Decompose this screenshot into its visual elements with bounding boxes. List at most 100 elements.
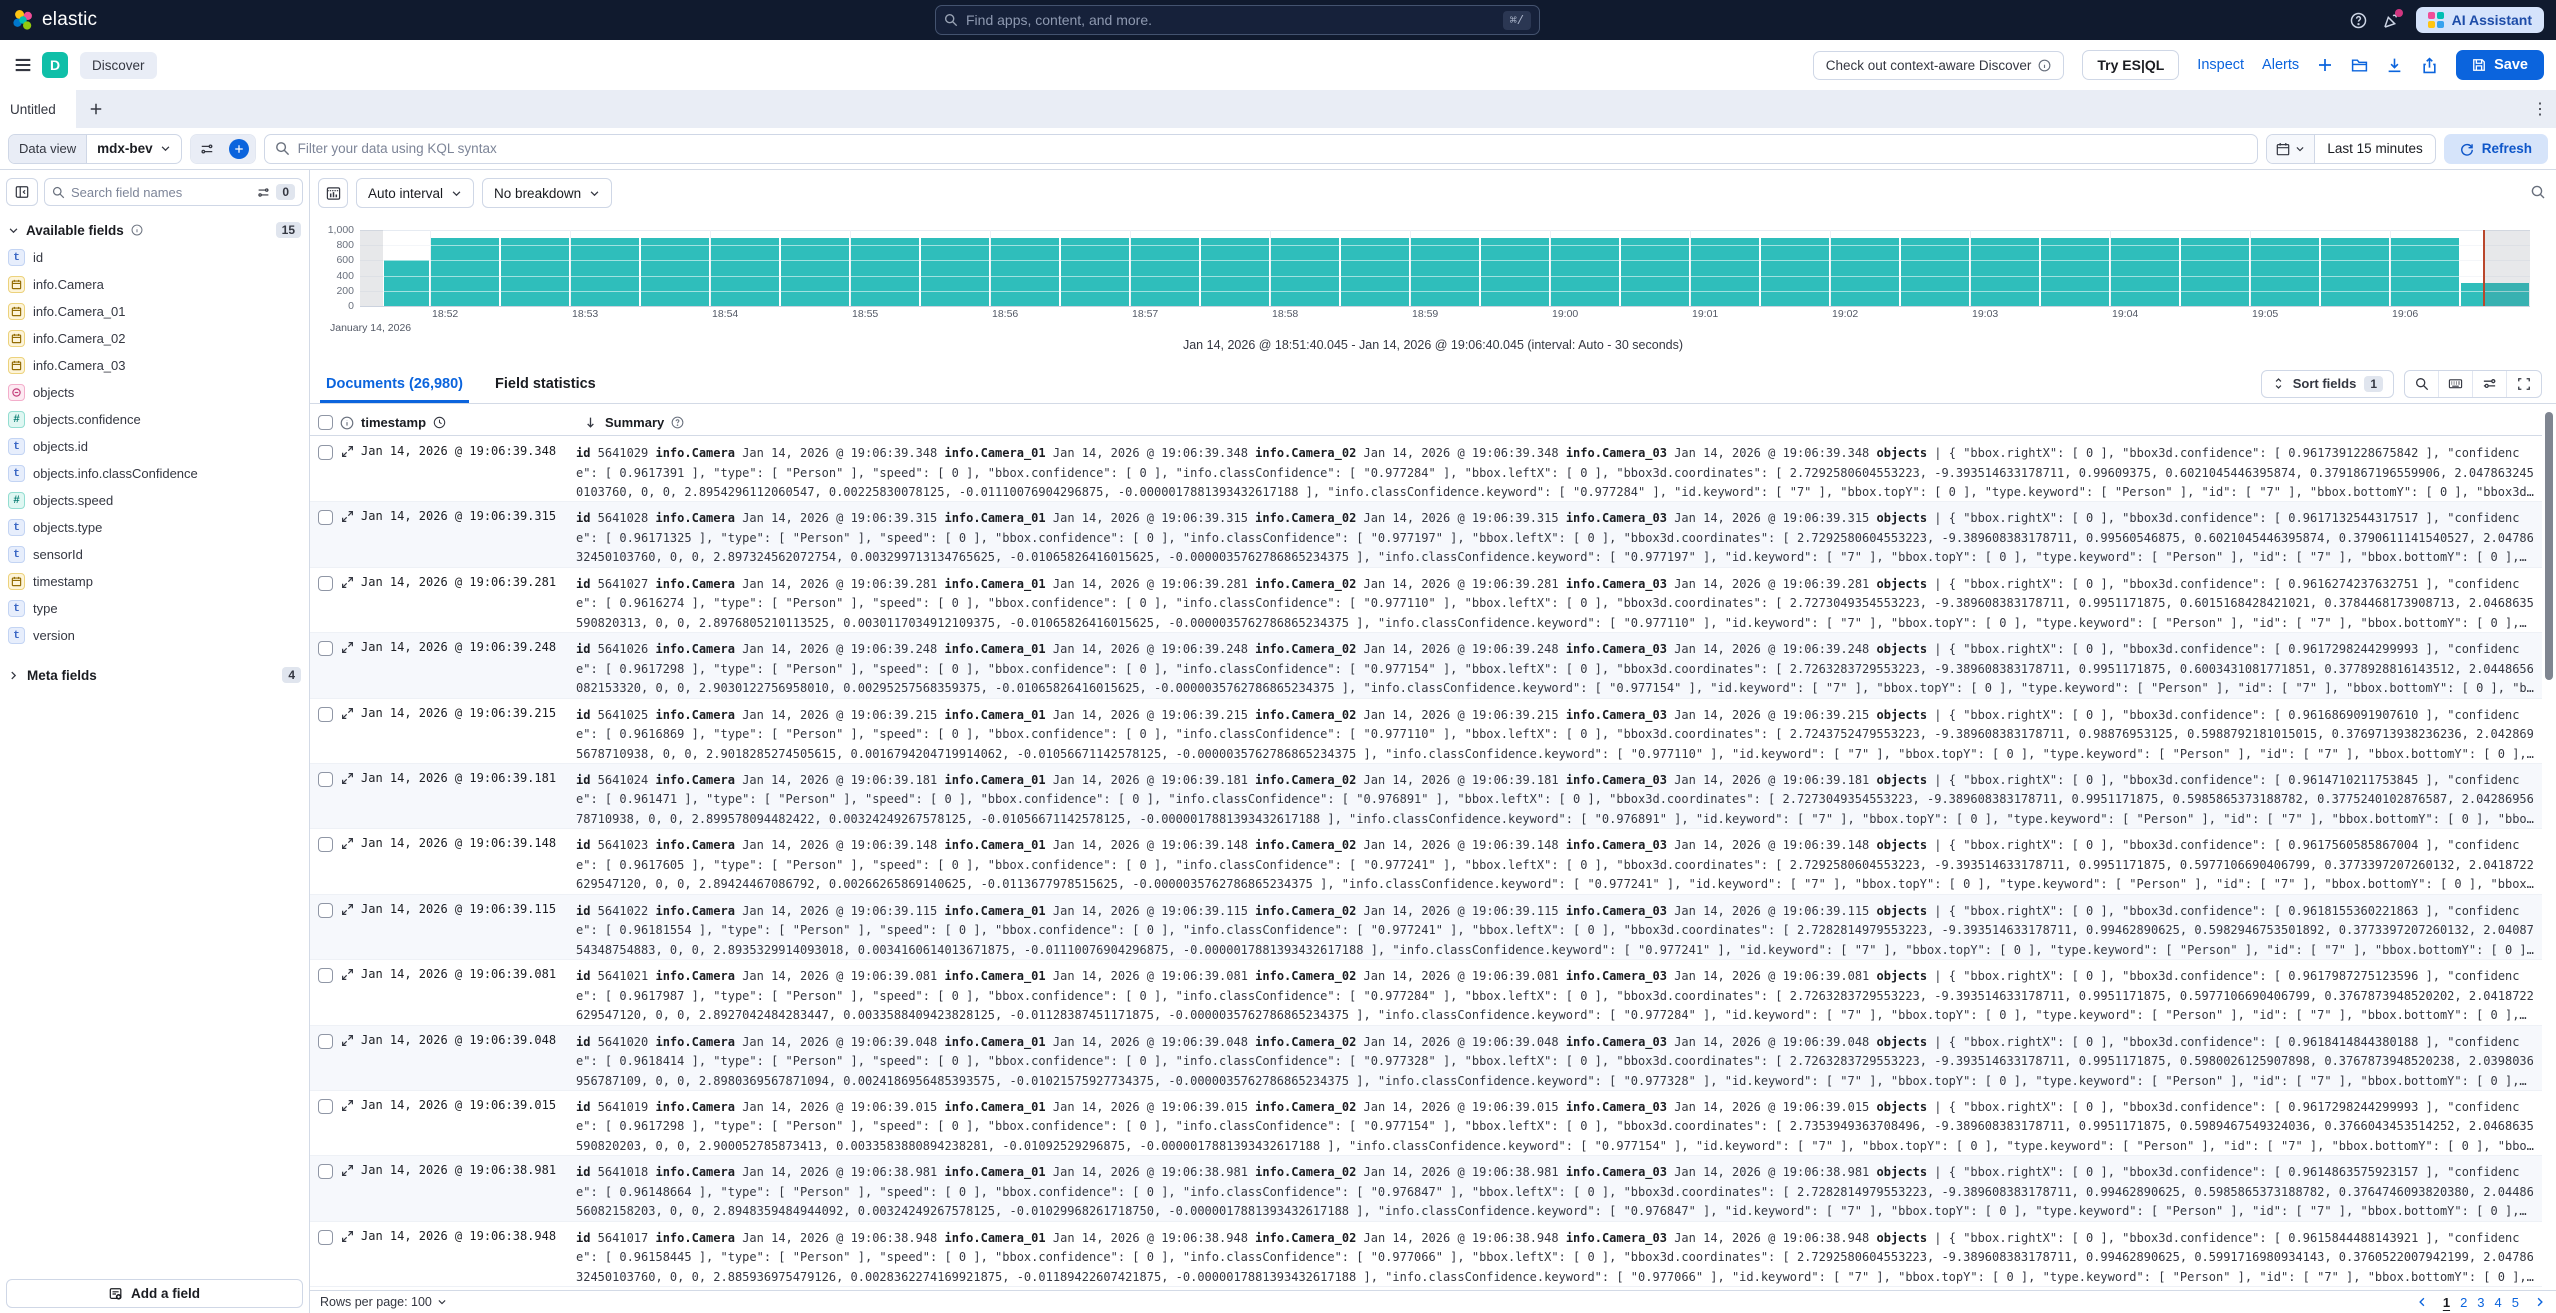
row-timestamp[interactable]: Jan 14, 2026 @ 19:06:39.248 xyxy=(361,638,576,654)
vertical-scrollbar[interactable] xyxy=(2545,412,2553,680)
kql-query-input[interactable]: Filter your data using KQL syntax xyxy=(264,134,2259,164)
row-summary[interactable]: id 5641029 info.Camera Jan 14, 2026 @ 19… xyxy=(576,442,2538,503)
tab-documents[interactable]: Documents (26,980) xyxy=(320,372,469,402)
fullscreen-icon[interactable] xyxy=(2507,371,2541,397)
histogram-bar-19:01:30[interactable] xyxy=(1761,238,1829,306)
field-list-item-objects.info.classConfidence[interactable]: tobjects.info.classConfidence xyxy=(0,460,309,487)
field-list-item-info.Camera_02[interactable]: info.Camera_02 xyxy=(0,325,309,352)
elastic-logo[interactable]: elastic xyxy=(12,9,97,31)
row-checkbox[interactable] xyxy=(318,903,333,918)
try-esql-button[interactable]: Try ES|QL xyxy=(2082,50,2179,80)
row-checkbox[interactable] xyxy=(318,772,333,787)
field-list-item-version[interactable]: tversion xyxy=(0,622,309,649)
page-button-2[interactable]: 2 xyxy=(2460,1295,2467,1310)
field-list-item-objects.id[interactable]: tobjects.id xyxy=(0,433,309,460)
time-range-value[interactable]: Last 15 minutes xyxy=(2315,141,2434,156)
new-session-icon[interactable] xyxy=(2317,57,2333,73)
page-button-5[interactable]: 5 xyxy=(2512,1295,2519,1310)
row-summary[interactable]: id 5641027 info.Camera Jan 14, 2026 @ 19… xyxy=(576,573,2538,634)
page-button-4[interactable]: 4 xyxy=(2495,1295,2502,1310)
next-page-icon[interactable] xyxy=(2534,1296,2546,1308)
add-field-button[interactable]: Add a field xyxy=(6,1279,303,1308)
histogram-bar-19:05:00[interactable] xyxy=(2251,238,2319,306)
histogram-bar-18:55:30[interactable] xyxy=(921,238,989,306)
row-timestamp[interactable]: Jan 14, 2026 @ 19:06:39.315 xyxy=(361,507,576,523)
row-summary[interactable]: id 5641021 info.Camera Jan 14, 2026 @ 19… xyxy=(576,965,2538,1026)
histogram-bar-19:04:30[interactable] xyxy=(2181,238,2249,306)
news-feed-icon[interactable] xyxy=(2383,12,2400,29)
sort-fields-button[interactable]: Sort fields 1 xyxy=(2261,370,2394,398)
row-timestamp[interactable]: Jan 14, 2026 @ 19:06:38.981 xyxy=(361,1161,576,1177)
expand-document-icon[interactable] xyxy=(341,1230,355,1243)
row-checkbox[interactable] xyxy=(318,1230,333,1245)
row-checkbox[interactable] xyxy=(318,641,333,656)
histogram-bar-19:05:30[interactable] xyxy=(2321,238,2389,306)
row-checkbox[interactable] xyxy=(318,707,333,722)
row-timestamp[interactable]: Jan 14, 2026 @ 19:06:39.181 xyxy=(361,769,576,785)
saved-query-filter-icon[interactable] xyxy=(191,135,223,163)
refresh-button[interactable]: Refresh xyxy=(2444,134,2548,164)
row-summary[interactable]: id 5641022 info.Camera Jan 14, 2026 @ 19… xyxy=(576,900,2538,961)
expand-document-icon[interactable] xyxy=(341,445,355,458)
select-all-checkbox[interactable] xyxy=(318,415,333,430)
page-button-1[interactable]: 1 xyxy=(2443,1295,2450,1310)
data-view-picker[interactable]: Data view mdx-bev xyxy=(8,134,182,164)
row-summary[interactable]: id 5641028 info.Camera Jan 14, 2026 @ 19… xyxy=(576,507,2538,568)
available-fields-header[interactable]: Available fields 15 xyxy=(0,212,309,244)
expand-document-icon[interactable] xyxy=(341,968,355,981)
help-icon[interactable] xyxy=(2350,12,2367,29)
row-summary[interactable]: id 5641019 info.Camera Jan 14, 2026 @ 19… xyxy=(576,1096,2538,1157)
row-checkbox[interactable] xyxy=(318,1164,333,1179)
discover-app-badge[interactable]: D xyxy=(42,52,68,78)
histogram-bar-18:59:30[interactable] xyxy=(1481,238,1549,306)
histogram-bar-18:58:30[interactable] xyxy=(1341,238,1409,306)
histogram-bar-19:04:00[interactable] xyxy=(2111,238,2179,306)
expand-document-icon[interactable] xyxy=(341,772,355,785)
histogram-bar-19:03:30[interactable] xyxy=(2041,238,2109,306)
histogram-bar-18:55:00[interactable] xyxy=(851,238,919,306)
meta-fields-header[interactable]: Meta fields 4 xyxy=(0,649,309,689)
field-list-item-sensorId[interactable]: tsensorId xyxy=(0,541,309,568)
row-timestamp[interactable]: Jan 14, 2026 @ 19:06:38.948 xyxy=(361,1227,576,1243)
expand-document-icon[interactable] xyxy=(341,707,355,720)
row-timestamp[interactable]: Jan 14, 2026 @ 19:06:39.048 xyxy=(361,1031,576,1047)
histogram-bar-18:56:00[interactable] xyxy=(991,238,1059,306)
histogram-bar-18:53:00[interactable] xyxy=(571,238,639,306)
row-checkbox[interactable] xyxy=(318,837,333,852)
row-summary[interactable]: id 5641017 info.Camera Jan 14, 2026 @ 19… xyxy=(576,1227,2538,1288)
keyboard-shortcuts-icon[interactable] xyxy=(2439,371,2473,397)
field-list-item-type[interactable]: ttype xyxy=(0,595,309,622)
expand-document-icon[interactable] xyxy=(341,837,355,850)
expand-document-icon[interactable] xyxy=(341,576,355,589)
timestamp-column-header[interactable]: timestamp xyxy=(361,415,426,430)
tab-field-statistics[interactable]: Field statistics xyxy=(489,372,602,402)
histogram-bar-19:01:00[interactable] xyxy=(1691,238,1759,306)
row-timestamp[interactable]: Jan 14, 2026 @ 19:06:39.348 xyxy=(361,442,576,458)
download-icon[interactable] xyxy=(2386,57,2403,74)
histogram-bar-18:54:30[interactable] xyxy=(781,238,849,306)
histogram-bar-19:03:00[interactable] xyxy=(1971,238,2039,306)
new-tab-button[interactable] xyxy=(76,90,116,128)
inspect-link[interactable]: Inspect xyxy=(2197,57,2244,73)
expand-document-icon[interactable] xyxy=(341,1099,355,1112)
expand-document-icon[interactable] xyxy=(341,641,355,654)
field-list-item-objects[interactable]: objects xyxy=(0,379,309,406)
histogram-bar-19:02:30[interactable] xyxy=(1901,238,1969,306)
histogram-bar-18:54:00[interactable] xyxy=(711,238,779,306)
row-checkbox[interactable] xyxy=(318,445,333,460)
row-checkbox[interactable] xyxy=(318,1099,333,1114)
rows-per-page-button[interactable]: Rows per page: 100 xyxy=(320,1295,432,1309)
chart-visibility-icon[interactable] xyxy=(318,178,348,208)
ai-assistant-button[interactable]: AI Assistant xyxy=(2416,7,2544,33)
row-checkbox[interactable] xyxy=(318,576,333,591)
row-summary[interactable]: id 5641020 info.Camera Jan 14, 2026 @ 19… xyxy=(576,1031,2538,1092)
row-summary[interactable]: id 5641025 info.Camera Jan 14, 2026 @ 19… xyxy=(576,704,2538,765)
field-filter-icon[interactable] xyxy=(257,186,270,199)
row-timestamp[interactable]: Jan 14, 2026 @ 19:06:39.215 xyxy=(361,704,576,720)
field-list-item-objects.type[interactable]: tobjects.type xyxy=(0,514,309,541)
histogram-bar-18:58:00[interactable] xyxy=(1271,238,1339,306)
summary-column-header[interactable]: Summary xyxy=(605,415,664,430)
histogram-bar-18:57:00[interactable] xyxy=(1131,238,1199,306)
histogram-bar-19:02:00[interactable] xyxy=(1831,238,1899,306)
menu-icon[interactable] xyxy=(14,56,32,74)
